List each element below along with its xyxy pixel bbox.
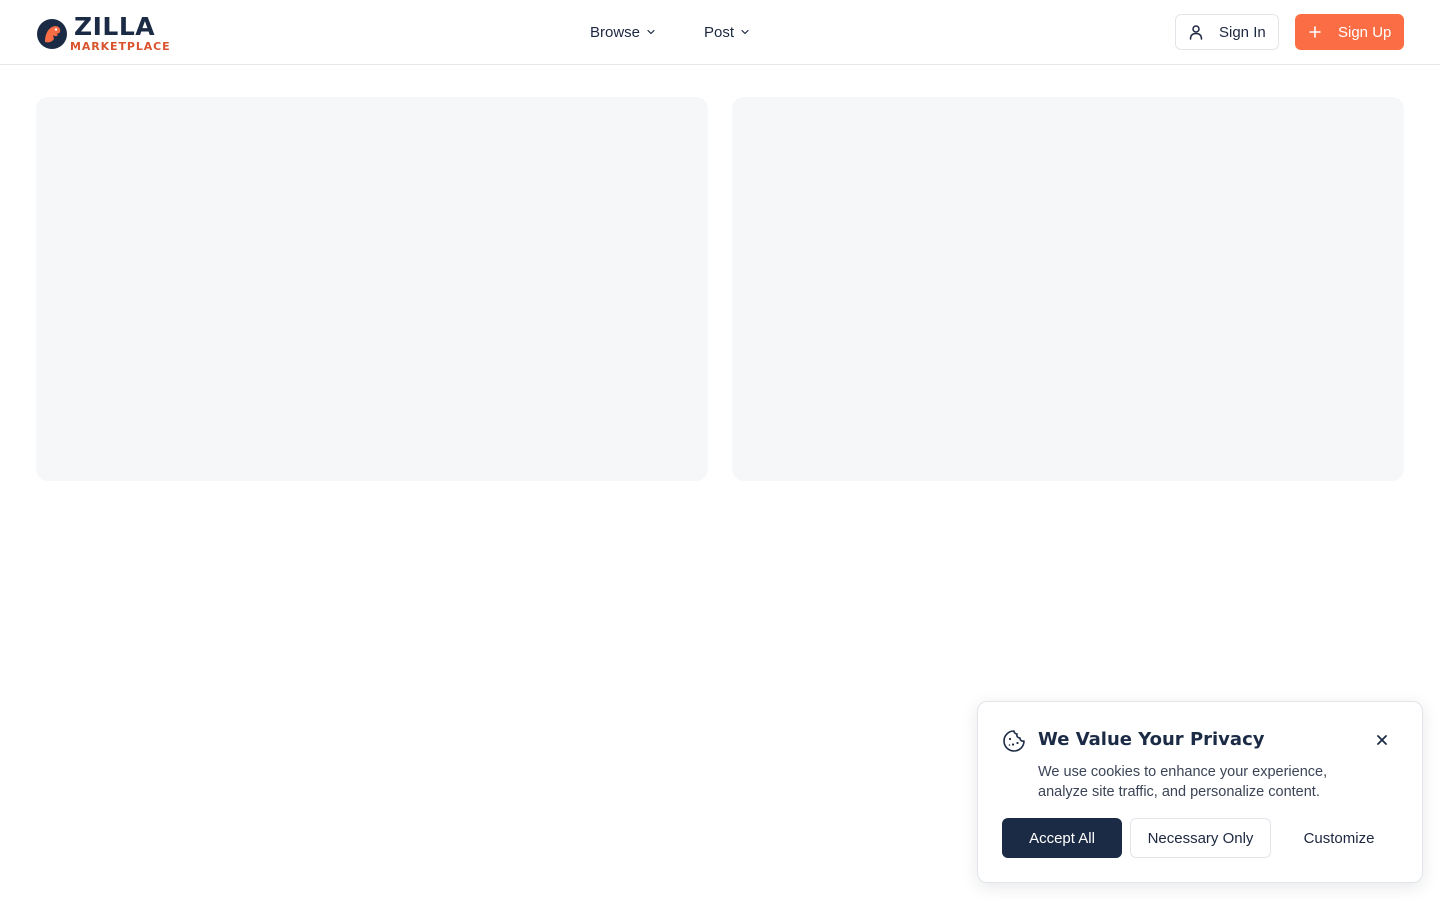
sign-up-button[interactable]: Sign Up [1295, 14, 1404, 50]
nav-post-label: Post [704, 23, 735, 41]
necessary-only-button[interactable]: Necessary Only [1130, 818, 1271, 858]
chevron-down-icon [741, 29, 749, 35]
cookie-consent-banner: We Value Your Privacy We use cookies to … [977, 701, 1423, 883]
cookie-banner-title: We Value Your Privacy [1038, 729, 1265, 750]
nav-browse-label: Browse [590, 23, 641, 41]
nav-browse[interactable]: Browse [590, 20, 656, 44]
cookie-icon [1003, 730, 1025, 752]
chevron-down-icon [647, 29, 655, 35]
nav-post[interactable]: Post [704, 20, 750, 44]
sign-in-label: Sign In [1219, 23, 1266, 41]
site-header: ZILLA MARKETPLACE Browse Post Sign In Si… [0, 0, 1440, 65]
close-icon[interactable] [1374, 732, 1390, 748]
zilla-logo-icon [37, 19, 67, 49]
logo-subtitle: MARKETPLACE [70, 40, 171, 53]
customize-button[interactable]: Customize [1279, 818, 1399, 858]
main-nav: Browse Post [590, 20, 798, 44]
sign-in-button[interactable]: Sign In [1175, 14, 1279, 50]
plus-icon [1309, 26, 1321, 38]
loading-skeleton-right [732, 97, 1404, 481]
user-icon [1189, 25, 1203, 40]
accept-all-button[interactable]: Accept All [1002, 818, 1122, 858]
sign-up-label: Sign Up [1338, 23, 1392, 41]
cookie-banner-text: We use cookies to enhance your experienc… [1038, 764, 1328, 800]
logo-link[interactable]: ZILLA MARKETPLACE [36, 12, 170, 55]
logo-title: ZILLA [74, 12, 156, 41]
loading-skeleton-left [36, 97, 708, 481]
